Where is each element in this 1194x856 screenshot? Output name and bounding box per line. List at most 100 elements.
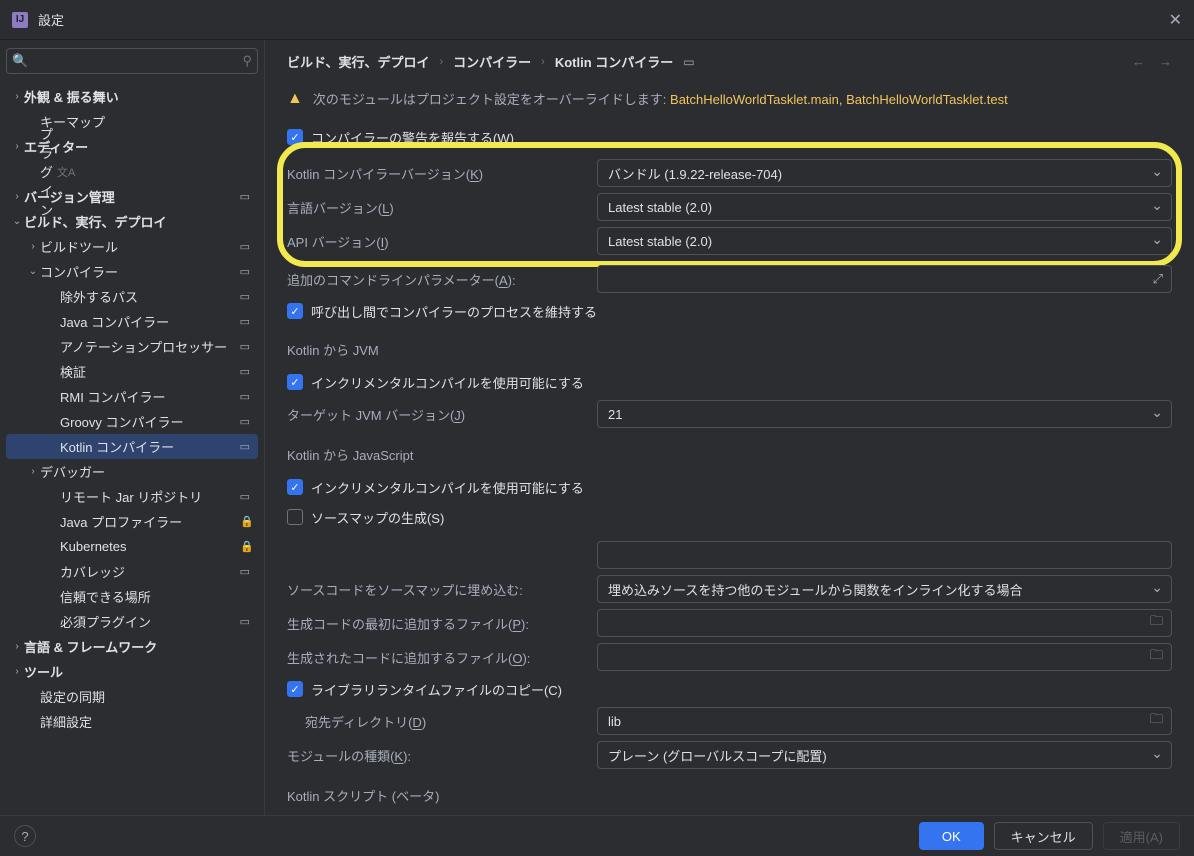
sidebar-item[interactable]: ⌄コンパイラー▭ bbox=[6, 259, 258, 284]
sidebar: 🔍 ⚲ ›外観 & 振る舞いキーマップ›エディタープラグイン文A›バージョン管理… bbox=[0, 40, 265, 815]
cmd-params-input[interactable]: ⤢ bbox=[597, 265, 1172, 293]
sidebar-item[interactable]: リモート Jar リポジトリ▭ bbox=[6, 484, 258, 509]
api-version-label: API バージョン(I) bbox=[287, 232, 597, 251]
apply-button[interactable]: 適用(A) bbox=[1103, 822, 1180, 850]
sidebar-item[interactable]: ›バージョン管理▭ bbox=[6, 184, 258, 209]
sidebar-item[interactable]: Kotlin コンパイラー▭ bbox=[6, 434, 258, 459]
report-warnings-label: コンパイラーの警告を報告する(W) bbox=[311, 128, 514, 147]
sidebar-item-label: ビルド、実行、デプロイ bbox=[24, 212, 254, 231]
lock-icon: 🔒 bbox=[240, 540, 254, 553]
prepend-file-label: 生成コードの最初に追加するファイル(P): bbox=[287, 614, 597, 633]
folder-icon[interactable]: 🗀 bbox=[1150, 646, 1163, 668]
sidebar-item[interactable]: Groovy コンパイラー▭ bbox=[6, 409, 258, 434]
append-file-input[interactable]: 🗀 bbox=[597, 643, 1172, 671]
sidebar-item-label: Java プロファイラー bbox=[60, 512, 236, 531]
help-button[interactable]: ? bbox=[14, 825, 36, 847]
dest-dir-input[interactable]: lib🗀 bbox=[597, 707, 1172, 735]
search-input[interactable] bbox=[6, 48, 258, 74]
warning-icon: ▲ bbox=[287, 90, 303, 108]
api-version-select[interactable]: Latest stable (2.0) bbox=[597, 227, 1172, 255]
module-marker-icon: ▭ bbox=[240, 240, 250, 253]
sidebar-item[interactable]: Java プロファイラー 🔒 bbox=[6, 509, 258, 534]
incremental-jvm-checkbox[interactable]: ✓ bbox=[287, 374, 303, 390]
module-kind-select[interactable]: プレーン (グローバルスコープに配置) bbox=[597, 741, 1172, 769]
sidebar-item-label: リモート Jar リポジトリ bbox=[60, 487, 240, 506]
copy-runtime-checkbox[interactable]: ✓ bbox=[287, 681, 303, 697]
sidebar-item-label: 外観 & 振る舞い bbox=[24, 87, 254, 106]
sidebar-item-label: 詳細設定 bbox=[40, 712, 254, 731]
report-warnings-checkbox[interactable]: ✓ bbox=[287, 129, 303, 145]
module-marker-icon: ▭ bbox=[240, 565, 250, 578]
sidebar-item[interactable]: ›ツール bbox=[6, 659, 258, 684]
sidebar-item[interactable]: ›デバッガー bbox=[6, 459, 258, 484]
sidebar-item-label: 言語 & フレームワーク bbox=[24, 637, 254, 656]
sidebar-item-label: RMI コンパイラー bbox=[60, 387, 240, 406]
sidebar-item[interactable]: ›言語 & フレームワーク bbox=[6, 634, 258, 659]
module-marker-icon: ▭ bbox=[240, 365, 250, 378]
incremental-js-checkbox[interactable]: ✓ bbox=[287, 479, 303, 495]
compiler-version-select[interactable]: バンドル (1.9.22-release-704) bbox=[597, 159, 1172, 187]
sidebar-item[interactable]: 信頼できる場所 bbox=[6, 584, 258, 609]
sidebar-item-label: Java コンパイラー bbox=[60, 312, 240, 331]
module-marker-icon: ▭ bbox=[240, 390, 250, 403]
sidebar-item-label: 設定の同期 bbox=[40, 687, 254, 706]
content-panel: ビルド、実行、デプロイ › コンパイラー › Kotlin コンパイラー ▭ ←… bbox=[265, 40, 1194, 815]
sidebar-item[interactable]: 検証▭ bbox=[6, 359, 258, 384]
chevron-icon: › bbox=[10, 91, 24, 102]
override-modules-link[interactable]: BatchHelloWorldTasklet.main, BatchHelloW… bbox=[670, 92, 1008, 107]
sidebar-item[interactable]: 除外するパス▭ bbox=[6, 284, 258, 309]
sidebar-item[interactable]: ⌄ビルド、実行、デプロイ bbox=[6, 209, 258, 234]
module-kind-label: モジュールの種類(K): bbox=[287, 746, 597, 765]
module-marker-icon: ▭ bbox=[240, 615, 250, 628]
sidebar-item[interactable]: ›ビルドツール▭ bbox=[6, 234, 258, 259]
sidebar-item[interactable]: アノテーションプロセッサー▭ bbox=[6, 334, 258, 359]
cancel-button[interactable]: キャンセル bbox=[994, 822, 1093, 850]
embed-source-label: ソースコードをソースマップに埋め込む: bbox=[287, 580, 597, 599]
ok-button[interactable]: OK bbox=[919, 822, 984, 850]
cmd-params-label: 追加のコマンドラインパラメーター(A): bbox=[287, 270, 597, 289]
sidebar-item[interactable]: ›外観 & 振る舞い bbox=[6, 84, 258, 109]
breadcrumb-2[interactable]: コンパイラー bbox=[453, 52, 531, 71]
sourcemap-checkbox[interactable] bbox=[287, 509, 303, 525]
sidebar-item-label: Groovy コンパイラー bbox=[60, 412, 240, 431]
sidebar-item[interactable]: RMI コンパイラー▭ bbox=[6, 384, 258, 409]
sidebar-item[interactable]: 必須プラグイン▭ bbox=[6, 609, 258, 634]
module-marker-icon: ▭ bbox=[240, 190, 250, 203]
folder-icon[interactable]: 🗀 bbox=[1150, 612, 1163, 634]
embed-source-select[interactable]: 埋め込みソースを持つ他のモジュールから関数をインライン化する場合 bbox=[597, 575, 1172, 603]
breadcrumb-1[interactable]: ビルド、実行、デプロイ bbox=[287, 52, 429, 71]
lang-version-select[interactable]: Latest stable (2.0) bbox=[597, 193, 1172, 221]
sidebar-item[interactable]: 詳細設定 bbox=[6, 709, 258, 734]
sidebar-item-label: バージョン管理 bbox=[24, 187, 240, 206]
nav-forward-icon[interactable]: → bbox=[1159, 54, 1172, 69]
app-icon: IJ bbox=[12, 12, 28, 28]
close-icon[interactable]: ✕ bbox=[1169, 10, 1182, 30]
sidebar-item[interactable]: 設定の同期 bbox=[6, 684, 258, 709]
module-marker-icon: ▭ bbox=[240, 440, 250, 453]
target-jvm-label: ターゲット JVM バージョン(J) bbox=[287, 405, 597, 424]
chevron-icon: › bbox=[26, 466, 40, 477]
sourcemap-file-input[interactable] bbox=[597, 541, 1172, 569]
sidebar-item[interactable]: カバレッジ▭ bbox=[6, 559, 258, 584]
lock-icon: 🔒 bbox=[240, 515, 254, 528]
expand-icon[interactable]: ⤢ bbox=[1153, 271, 1163, 287]
module-marker-icon: ▭ bbox=[240, 290, 250, 303]
folder-icon[interactable]: 🗀 bbox=[1150, 710, 1163, 732]
module-marker-icon: ▭ bbox=[683, 55, 694, 69]
sidebar-item[interactable]: Java コンパイラー▭ bbox=[6, 309, 258, 334]
keep-process-checkbox[interactable]: ✓ bbox=[287, 303, 303, 319]
sidebar-item[interactable]: プラグイン文A bbox=[6, 159, 258, 184]
sidebar-item-label: アノテーションプロセッサー bbox=[60, 337, 240, 356]
target-jvm-select[interactable]: 21 bbox=[597, 400, 1172, 428]
footer: ? OK キャンセル 適用(A) bbox=[0, 815, 1194, 856]
filter-icon[interactable]: ⚲ bbox=[242, 53, 252, 69]
sidebar-item-label: エディター bbox=[24, 137, 254, 156]
chevron-right-icon: › bbox=[541, 56, 545, 68]
sidebar-item-label: 除外するパス bbox=[60, 287, 240, 306]
sidebar-item-label: デバッガー bbox=[40, 462, 254, 481]
nav-back-icon[interactable]: ← bbox=[1132, 54, 1145, 69]
sidebar-item[interactable]: Kubernetes 🔒 bbox=[6, 534, 258, 559]
prepend-file-input[interactable]: 🗀 bbox=[597, 609, 1172, 637]
compiler-version-label: Kotlin コンパイラーバージョン(K) bbox=[287, 164, 597, 183]
sidebar-item-label: Kubernetes bbox=[60, 539, 236, 554]
